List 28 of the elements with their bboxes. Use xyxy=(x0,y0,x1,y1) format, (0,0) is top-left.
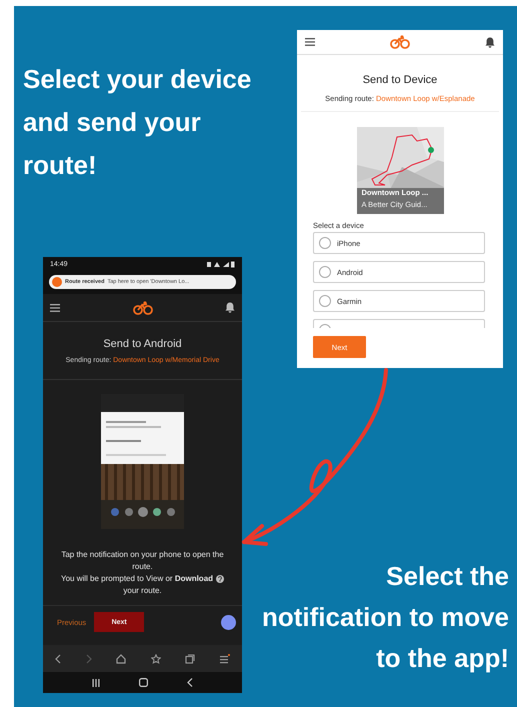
menu-icon[interactable] xyxy=(50,304,60,312)
bicycle-icon xyxy=(132,300,152,314)
floating-button[interactable] xyxy=(221,614,236,630)
tabs-icon[interactable] xyxy=(185,654,196,664)
back-icon[interactable] xyxy=(186,678,193,687)
prompt-text: your route. xyxy=(123,585,162,597)
bell-icon[interactable] xyxy=(225,302,235,313)
home-icon[interactable] xyxy=(116,654,126,664)
headline: Select the notification to move to the app! xyxy=(261,560,509,675)
instruction-text: Tap the notification on your phone to open the route. xyxy=(60,549,225,573)
radio-button[interactable] xyxy=(319,237,331,249)
page-title: Send to Android xyxy=(102,338,183,350)
bell-icon[interactable] xyxy=(485,36,495,48)
back-icon[interactable] xyxy=(55,654,62,664)
menu-icon[interactable] xyxy=(305,38,315,46)
prompt-text: You will be prompted to View or Download xyxy=(60,573,214,585)
headline: Select your device and send your route! xyxy=(23,63,252,182)
home-icon[interactable] xyxy=(138,678,148,687)
radio-button[interactable] xyxy=(319,295,331,307)
bicycle-icon xyxy=(390,35,410,49)
recent-apps-icon[interactable] xyxy=(92,678,100,686)
status-icons xyxy=(207,261,235,268)
menu-icon[interactable] xyxy=(220,654,230,664)
help-icon[interactable] xyxy=(216,575,224,583)
page-title: Send to Device xyxy=(362,74,438,86)
radio-button[interactable] xyxy=(319,266,331,278)
app-icon xyxy=(52,277,62,287)
star-icon[interactable] xyxy=(150,654,161,664)
